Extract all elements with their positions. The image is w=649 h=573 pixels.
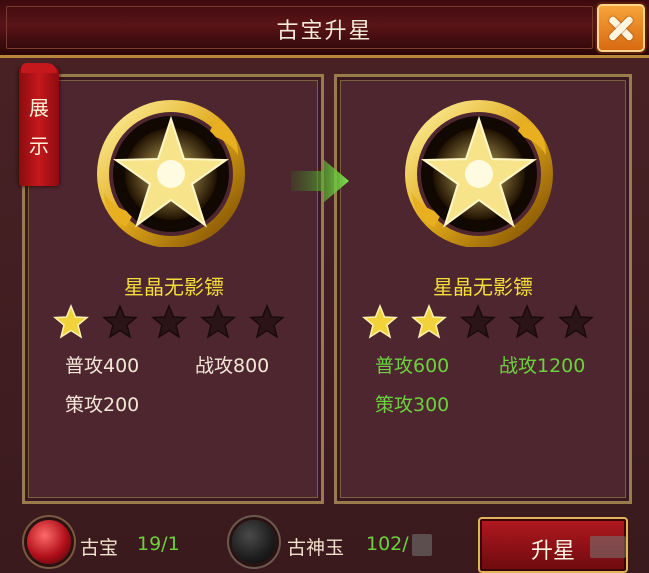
resource-count-gubao: 19/1 <box>137 533 180 555</box>
shuriken-icon <box>405 100 553 248</box>
dialog-title: 古宝升星 <box>276 19 373 44</box>
item-name-current: 星晶无影镖 <box>124 275 224 299</box>
stat-war-attack: 战攻800 <box>195 355 270 377</box>
close-icon[interactable] <box>597 4 645 52</box>
resource-label-gushenyu: 古神玉 <box>287 537 345 559</box>
star-shuriken-emblem[interactable] <box>404 97 554 248</box>
resource-count-gushenyu: 102/ <box>366 533 409 555</box>
star-empty-icon <box>249 304 285 339</box>
stat-war-attack-next: 战攻1200 <box>499 355 586 377</box>
upgrade-dialog: 古宝升星 展 示 星晶无影镖 星晶无影镖 普攻400 战攻800 策攻200 普… <box>0 0 649 573</box>
shuriken-icon <box>97 100 245 248</box>
star-rating-current <box>53 304 298 340</box>
arrow-right-icon <box>291 159 349 203</box>
star-rating-next <box>362 304 607 340</box>
star-empty-icon <box>151 304 187 339</box>
display-ribbon: 展 示 <box>19 63 59 186</box>
dark-orb-icon[interactable] <box>232 520 276 564</box>
star-filled-icon <box>53 304 89 339</box>
star-empty-icon <box>102 304 138 339</box>
blurred-region <box>590 536 626 558</box>
stat-normal-attack: 普攻400 <box>65 355 140 377</box>
resource-label-gubao: 古宝 <box>80 537 119 559</box>
star-filled-icon <box>411 304 447 339</box>
stat-strategy-attack-next: 策攻300 <box>375 394 450 416</box>
star-shuriken-emblem[interactable] <box>96 97 246 248</box>
star-empty-icon <box>460 304 496 339</box>
stat-strategy-attack: 策攻200 <box>65 394 140 416</box>
blurred-region <box>412 534 432 556</box>
star-filled-icon <box>362 304 398 339</box>
star-empty-icon <box>558 304 594 339</box>
star-empty-icon <box>509 304 545 339</box>
ribbon-char: 展 <box>29 96 49 120</box>
ribbon-char: 示 <box>29 134 49 158</box>
item-name-next: 星晶无影镖 <box>433 275 533 299</box>
title-bar: 古宝升星 <box>0 0 649 58</box>
red-orb-icon[interactable] <box>27 520 71 564</box>
stat-normal-attack-next: 普攻600 <box>375 355 450 377</box>
star-empty-icon <box>200 304 236 339</box>
